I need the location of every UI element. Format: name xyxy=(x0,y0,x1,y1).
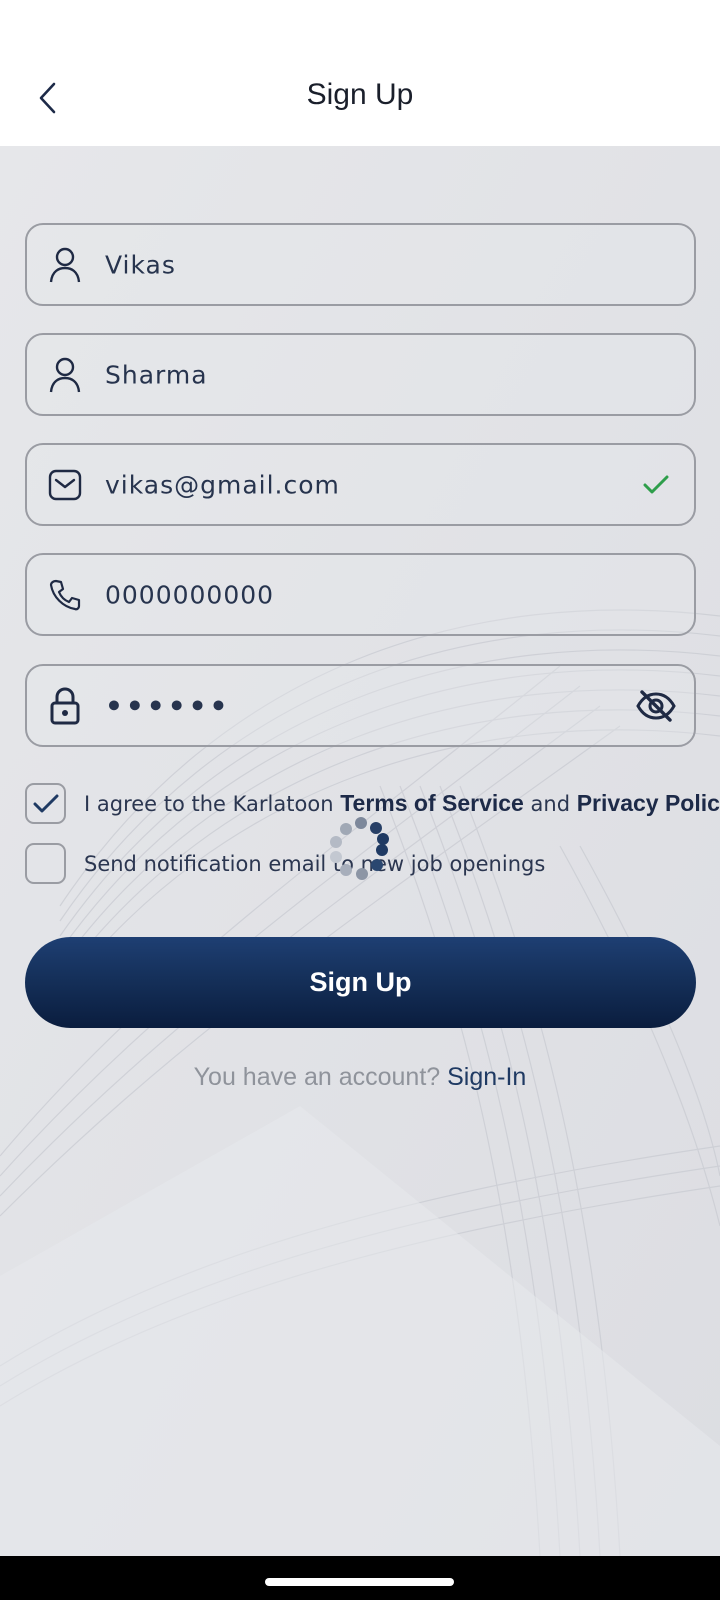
first-name-field[interactable]: Vikas xyxy=(25,223,696,306)
sign-in-link[interactable]: Sign-In xyxy=(447,1063,526,1091)
last-name-value: Sharma xyxy=(105,360,208,389)
phone-icon xyxy=(47,577,83,613)
person-icon xyxy=(47,247,83,283)
mail-icon xyxy=(47,467,83,503)
eye-off-icon[interactable] xyxy=(634,684,678,728)
password-value: •••••• xyxy=(105,689,231,722)
check-icon xyxy=(634,463,678,507)
email-value: vikas@gmail.com xyxy=(105,470,340,499)
terms-checkbox[interactable] xyxy=(25,783,66,824)
password-field[interactable]: •••••• xyxy=(25,664,696,747)
notifications-row: Send notification email to new job openi… xyxy=(25,843,545,884)
sign-up-button[interactable]: Sign Up xyxy=(25,937,696,1028)
terms-middle: and xyxy=(523,792,577,816)
phone-value: 0000000000 xyxy=(105,580,275,609)
email-field[interactable]: vikas@gmail.com xyxy=(25,443,696,526)
page-title: Sign Up xyxy=(306,78,414,111)
first-name-value: Vikas xyxy=(105,250,176,279)
check-icon xyxy=(33,794,58,812)
last-name-field[interactable]: Sharma xyxy=(25,333,696,416)
privacy-policy-link[interactable]: Privacy Policy xyxy=(577,790,720,816)
notifications-label: Send notification email to new job openi… xyxy=(84,851,546,876)
notifications-checkbox[interactable] xyxy=(25,843,66,884)
person-icon xyxy=(47,357,83,393)
app-header: Sign Up xyxy=(0,0,720,146)
home-indicator[interactable] xyxy=(265,1578,454,1586)
phone-field[interactable]: 0000000000 xyxy=(25,553,696,636)
terms-label: I agree to the Karlatoon Terms of Servic… xyxy=(84,790,720,817)
terms-prefix: I agree to the Karlatoon xyxy=(84,792,341,816)
lock-icon xyxy=(47,686,83,724)
spinner-icon xyxy=(330,817,389,880)
account-prompt: You have an account? Sign-In xyxy=(0,1063,720,1092)
account-prompt-text: You have an account? xyxy=(193,1063,448,1091)
